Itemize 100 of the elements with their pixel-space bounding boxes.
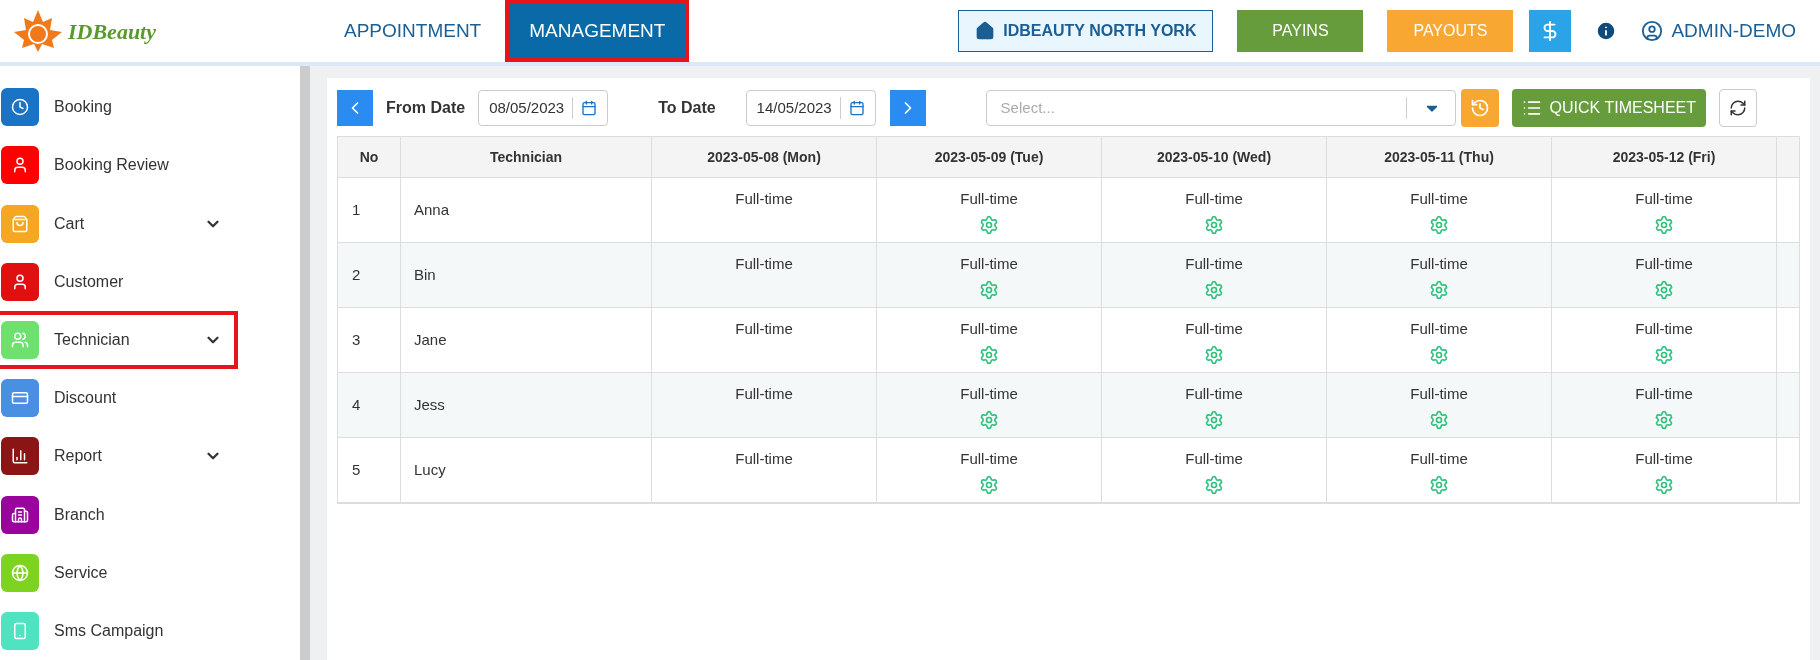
sidebar-item[interactable]: Service — [0, 543, 238, 602]
shift-text: Full-time — [960, 189, 1018, 209]
settings-icon[interactable] — [979, 279, 999, 300]
sidebar-item[interactable]: Booking Review — [0, 136, 238, 195]
menu-label: Report — [54, 446, 103, 467]
sidebar-item[interactable]: Discount — [0, 369, 238, 428]
sidebar-item[interactable]: Customer — [0, 252, 238, 311]
menu-label: Sms Campaign — [54, 620, 164, 641]
refresh-icon — [1729, 99, 1747, 117]
table-cell: Bin — [401, 243, 652, 307]
from-date-field[interactable]: 08/05/2023 — [478, 90, 609, 126]
sidebar-item[interactable]: Technician — [0, 310, 238, 369]
sidebar-item[interactable]: Sms Campaign — [0, 601, 238, 660]
shift-text: Full-time — [1635, 254, 1693, 274]
settings-icon[interactable] — [1429, 279, 1449, 300]
shift-text: Full-time — [1410, 254, 1468, 274]
menu-label: Branch — [54, 504, 105, 525]
menu-label: Cart — [54, 213, 85, 234]
settings-icon[interactable] — [1204, 214, 1224, 235]
shift-text: Full-time — [1410, 189, 1468, 209]
table-cell: 1 — [338, 178, 401, 242]
dollar-button[interactable] — [1529, 10, 1572, 52]
column-header: 2023-05-11 (Thu) — [1327, 137, 1552, 177]
shift-text: Full-time — [1185, 319, 1243, 339]
logo-text: IDBeauty — [68, 17, 156, 46]
column-header: No — [338, 137, 401, 177]
settings-icon[interactable] — [1204, 279, 1224, 300]
menu-label: Booking — [54, 97, 112, 118]
sidebar-item[interactable]: Booking — [0, 78, 238, 137]
table-cell: Jane — [401, 308, 652, 372]
settings-icon[interactable] — [979, 344, 999, 365]
shift-text: Full-time — [1410, 319, 1468, 339]
settings-icon[interactable] — [1204, 344, 1224, 365]
branch-button[interactable]: IDBEAUTY NORTH YORK — [958, 10, 1214, 52]
menu-label: Customer — [54, 271, 124, 292]
nav-tab[interactable]: APPOINTMENT — [320, 0, 506, 62]
settings-icon[interactable] — [1654, 409, 1674, 430]
menu-label: Booking Review — [54, 155, 169, 176]
shift-text: Full-time — [1185, 189, 1243, 209]
history-button[interactable] — [1460, 89, 1499, 127]
shift-text: Full-time — [960, 319, 1018, 339]
settings-icon[interactable] — [1429, 409, 1449, 430]
user-icon — [1641, 20, 1664, 42]
scrollbar[interactable] — [300, 66, 310, 660]
settings-icon[interactable] — [1654, 279, 1674, 300]
shift-text: Full-time — [1635, 449, 1693, 469]
settings-icon[interactable] — [1204, 474, 1224, 495]
to-date-field[interactable]: 14/05/2023 — [745, 90, 876, 126]
settings-icon[interactable] — [1204, 409, 1224, 430]
shift-text: Full-time — [1410, 384, 1468, 404]
nav-tab[interactable]: MANAGEMENT — [505, 0, 690, 62]
settings-icon[interactable] — [1654, 474, 1674, 495]
table-cell: 5 — [338, 438, 401, 502]
settings-icon[interactable] — [979, 409, 999, 430]
shift-text: Full-time — [1410, 449, 1468, 469]
calendar-icon — [848, 100, 865, 116]
shift-text: Full-time — [735, 254, 793, 274]
settings-icon[interactable] — [1654, 344, 1674, 365]
to-date-label: To Date — [658, 98, 716, 118]
settings-icon[interactable] — [1654, 214, 1674, 235]
list-icon — [1521, 98, 1542, 118]
refresh-button[interactable] — [1719, 89, 1757, 127]
from-date-label: From Date — [386, 98, 466, 118]
settings-icon[interactable] — [1429, 344, 1449, 365]
info-icon[interactable] — [1595, 20, 1618, 42]
settings-icon[interactable] — [1429, 214, 1449, 235]
sidebar-item[interactable]: Report — [0, 427, 238, 486]
shift-text: Full-time — [960, 384, 1018, 404]
shift-text: Full-time — [1185, 384, 1243, 404]
menu-label: Technician — [54, 329, 130, 350]
table-cell: 2 — [338, 243, 401, 307]
sidebar-item[interactable]: Branch — [0, 485, 238, 544]
shift-text: Full-time — [735, 319, 793, 339]
calendar-icon — [581, 100, 598, 116]
sidebar-item[interactable]: Cart — [0, 194, 238, 253]
shift-text: Full-time — [1635, 319, 1693, 339]
table-cell: Lucy — [401, 438, 652, 502]
column-header: Technician — [401, 137, 652, 177]
shift-text: Full-time — [1185, 449, 1243, 469]
shift-text: Full-time — [1635, 189, 1693, 209]
menu-label: Discount — [54, 388, 117, 409]
home-icon — [975, 21, 996, 41]
column-header: 2023-05-09 (Tue) — [877, 137, 1102, 177]
shift-text: Full-time — [735, 189, 793, 209]
next-button[interactable] — [889, 90, 926, 126]
previous-button[interactable] — [337, 90, 373, 126]
history-icon — [1469, 98, 1490, 118]
column-header: 2023-05-08 (Mon) — [652, 137, 877, 177]
settings-icon[interactable] — [979, 214, 999, 235]
shift-text: Full-time — [735, 384, 793, 404]
table-cell: 3 — [338, 308, 401, 372]
table-cell: Anna — [401, 178, 652, 242]
shift-text: Full-time — [960, 449, 1018, 469]
column-header: 2023-05-10 (Wed) — [1102, 137, 1327, 177]
shift-text: Full-time — [1185, 254, 1243, 274]
settings-icon[interactable] — [979, 474, 999, 495]
user-name[interactable]: ADMIN-DEMO — [1671, 16, 1796, 46]
column-header: 2023-05-12 (Fri) — [1552, 137, 1777, 177]
menu-label: Service — [54, 562, 108, 583]
settings-icon[interactable] — [1429, 474, 1449, 495]
